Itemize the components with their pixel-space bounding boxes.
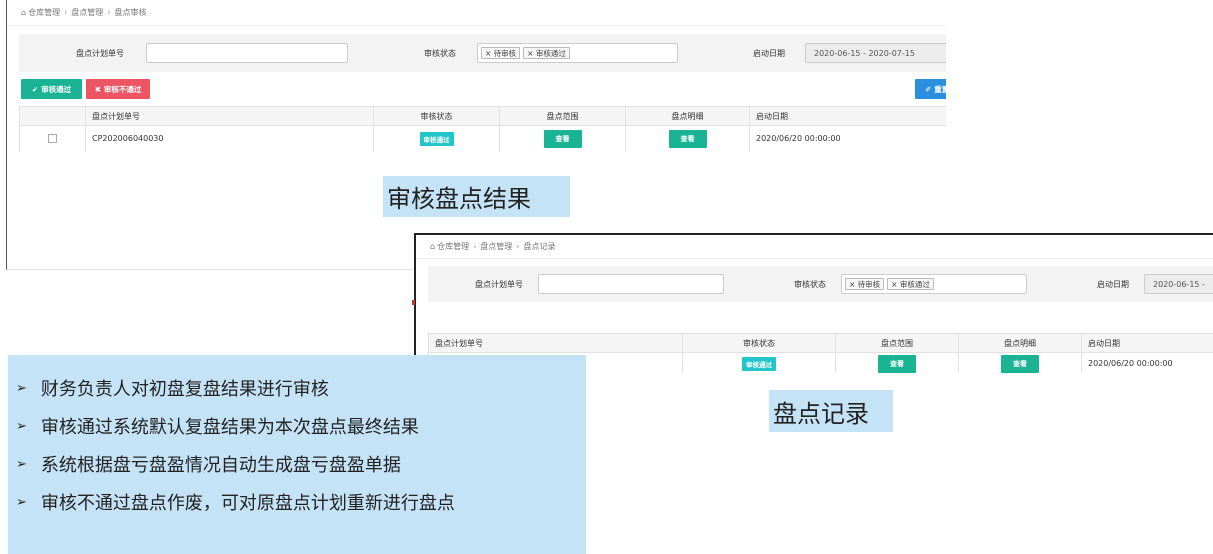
arrow-bullet-icon: ➢ — [16, 380, 27, 396]
list-item: ➢ 财务负责人对初盘复盘结果进行审核 — [16, 369, 586, 407]
chevron-right-icon: › — [473, 242, 477, 251]
status-tag[interactable]: × 审核通过 — [523, 47, 570, 59]
list-item: ➢ 系统根据盘亏盘盈情况自动生成盘亏盘盈单据 — [16, 445, 586, 483]
view-range-button[interactable]: 查看 — [543, 129, 582, 148]
status-multiselect[interactable]: × 待审核 × 审核通过 — [841, 274, 1027, 294]
filter-bar: 盘点计划单号 审核状态 × 待审核 × 审核通过 启动日期 2020-06-15… — [428, 266, 1213, 302]
view-detail-button[interactable]: 查看 — [1001, 354, 1039, 373]
list-item: ➢ 审核通过系统默认复盘结果为本次盘点最终结果 — [16, 407, 586, 445]
slide: ⌂ 仓库管理 › 盘点管理 › 盘点审核 盘点计划单号 审核状态 × 待审核 ×… — [0, 0, 1213, 554]
date-range-input[interactable]: 2020-06-15 - — [1144, 274, 1213, 294]
range-cell: 查看 — [835, 352, 959, 373]
audit-pass-label: 审核通过 — [41, 84, 72, 94]
table-header[interactable]: 启动日期 — [749, 106, 946, 126]
chevron-right-icon: › — [64, 8, 68, 17]
table-header-row: 盘点计划单号 审核状态 盘点范围 盘点明细 启动日期 — [428, 333, 1213, 353]
check-icon: ✔ — [31, 84, 39, 94]
range-cell: 查看 — [499, 125, 626, 152]
home-icon: ⌂ — [21, 8, 27, 17]
audit-table: 盘点计划单号 审核状态 盘点范围 盘点明细 启动日期 CP20200604003… — [19, 106, 946, 152]
row-checkbox-cell — [19, 125, 86, 152]
record-caption: 盘点记录 — [769, 390, 893, 432]
table-header[interactable]: 盘点计划单号 — [85, 106, 374, 126]
audit-screen: ⌂ 仓库管理 › 盘点管理 › 盘点审核 盘点计划单号 审核状态 × 待审核 ×… — [6, 0, 946, 270]
detail-cell: 查看 — [958, 352, 1082, 373]
table-header-row: 盘点计划单号 审核状态 盘点范围 盘点明细 启动日期 — [19, 106, 946, 126]
status-label: 审核状态 — [794, 279, 826, 289]
view-range-button[interactable]: 查看 — [878, 354, 916, 373]
date-label: 启动日期 — [1097, 279, 1129, 289]
table-header[interactable]: 审核状态 — [682, 333, 836, 353]
filter-bar: 盘点计划单号 审核状态 × 待审核 × 审核通过 启动日期 2020-06-15… — [19, 34, 946, 72]
breadcrumb-item[interactable]: 仓库管理 — [437, 241, 469, 252]
list-item: ➢ 审核不通过盘点作废，可对原盘点计划重新进行盘点 — [16, 483, 586, 521]
breadcrumb-item[interactable]: 盘点管理 — [71, 7, 103, 18]
audit-reject-label: 审核不通过 — [103, 84, 142, 94]
note-text: 系统根据盘亏盘盈情况自动生成盘亏盘盈单据 — [40, 455, 401, 476]
plan-no-label: 盘点计划单号 — [76, 48, 124, 58]
record-screen: ⌂ 仓库管理 › 盘点管理 › 盘点记录 盘点计划单号 审核状态 × 待审核 ×… — [414, 233, 1213, 373]
plan-no-input[interactable] — [538, 274, 724, 294]
status-label: 审核状态 — [424, 48, 456, 58]
arrow-bullet-icon: ➢ — [16, 494, 27, 510]
status-badge: 审核通过 — [742, 356, 776, 371]
eraser-icon: ✐ — [925, 84, 932, 94]
status-badge: 审核通过 — [419, 131, 454, 146]
breadcrumb-item: 盘点审核 — [114, 8, 147, 17]
status-cell: 审核通过 — [682, 352, 836, 373]
plan-no-input[interactable] — [146, 43, 348, 63]
breadcrumb: ⌂ 仓库管理 › 盘点管理 › 盘点审核 — [7, 0, 946, 26]
arrow-bullet-icon: ➢ — [16, 418, 27, 434]
table-header[interactable]: 盘点明细 — [958, 333, 1082, 353]
date-cell: 2020/06/20 00:00:00 — [1081, 352, 1213, 373]
table-header[interactable]: 盘点明细 — [625, 106, 750, 126]
close-icon: ✖ — [94, 84, 101, 94]
table-header[interactable]: 盘点范围 — [499, 106, 626, 126]
table-header[interactable]: 审核状态 — [373, 106, 500, 126]
date-label: 启动日期 — [753, 48, 785, 58]
red-marker — [412, 300, 415, 305]
status-multiselect[interactable]: × 待审核 × 审核通过 — [477, 43, 678, 63]
note-text: 财务负责人对初盘复盘结果进行审核 — [40, 379, 329, 400]
reset-button[interactable]: ✐ 重置 — [915, 79, 946, 99]
status-tag[interactable]: × 待审核 — [481, 47, 521, 59]
plan-no-label: 盘点计划单号 — [475, 279, 523, 289]
notes-panel: ➢ 财务负责人对初盘复盘结果进行审核 ➢ 审核通过系统默认复盘结果为本次盘点最终… — [8, 355, 586, 554]
status-tag[interactable]: × 审核通过 — [887, 278, 934, 290]
table-header[interactable]: 盘点范围 — [835, 333, 959, 353]
breadcrumb-item[interactable]: 盘点管理 — [480, 241, 512, 252]
audit-reject-button[interactable]: ✖ 审核不通过 — [86, 79, 150, 99]
arrow-bullet-icon: ➢ — [16, 456, 27, 472]
note-text: 审核不通过盘点作废，可对原盘点计划重新进行盘点 — [40, 493, 455, 514]
chevron-right-icon: › — [516, 242, 520, 251]
reset-label: 重置 — [934, 84, 946, 94]
breadcrumb-item[interactable]: 仓库管理 — [28, 7, 60, 18]
status-tag[interactable]: × 待审核 — [845, 278, 885, 290]
chevron-right-icon: › — [107, 8, 111, 17]
breadcrumb: ⌂ 仓库管理 › 盘点管理 › 盘点记录 — [416, 235, 1213, 259]
view-detail-button[interactable]: 查看 — [668, 129, 707, 148]
table-row[interactable]: CP202006040030 审核通过 查看 查看 2020/06/20 00:… — [19, 125, 946, 152]
note-text: 审核通过系统默认复盘结果为本次盘点最终结果 — [40, 417, 419, 438]
table-header[interactable]: 启动日期 — [1081, 333, 1213, 353]
status-cell: 审核通过 — [373, 125, 500, 152]
plan-no-cell: CP202006040030 — [85, 125, 374, 152]
detail-cell: 查看 — [625, 125, 750, 152]
table-header — [19, 106, 86, 126]
home-icon: ⌂ — [430, 242, 436, 251]
row-checkbox[interactable] — [48, 134, 57, 144]
table-header[interactable]: 盘点计划单号 — [428, 333, 683, 353]
audit-result-caption: 审核盘点结果 — [383, 176, 570, 217]
audit-pass-button[interactable]: ✔ 审核通过 — [21, 79, 82, 99]
breadcrumb-item: 盘点记录 — [523, 242, 556, 251]
date-range-input[interactable]: 2020-06-15 - 2020-07-15 — [805, 43, 946, 63]
date-cell: 2020/06/20 00:00:00 — [749, 125, 946, 152]
